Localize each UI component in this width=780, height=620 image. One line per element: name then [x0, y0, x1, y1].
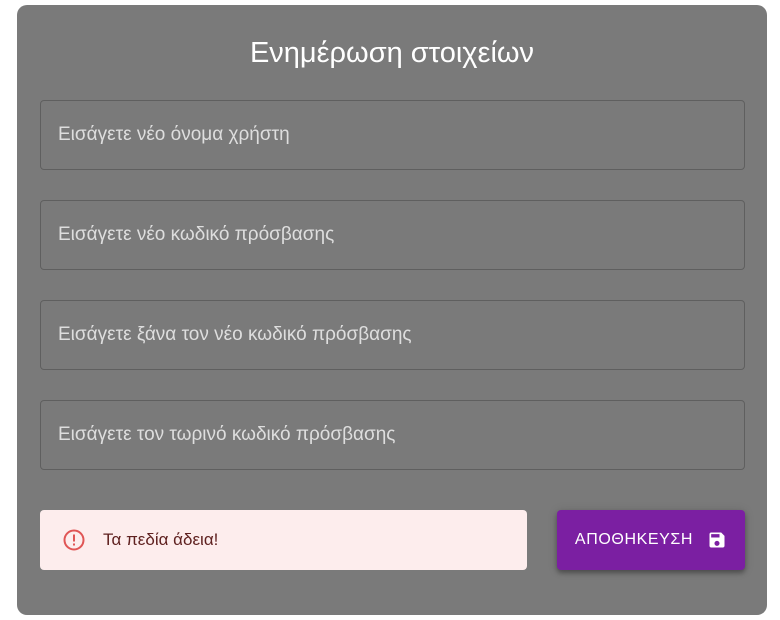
page-title: Ενημέρωση στοιχείων	[249, 37, 535, 69]
confirm-password-field[interactable]	[40, 300, 745, 370]
new-password-field[interactable]	[40, 200, 745, 270]
error-outline-icon	[62, 528, 86, 552]
save-button-label: ΑΠΟΘΗΚΕΥΣΗ	[574, 531, 694, 548]
update-details-card: Ενημέρωση στοιχείων Τα πεδία άδεια! ΑΠΟΘ…	[17, 5, 767, 615]
new-password-input[interactable]	[41, 201, 744, 269]
alert-message: Τα πεδία άδεια!	[103, 530, 219, 549]
save-button[interactable]: ΑΠΟΘΗΚΕΥΣΗ	[557, 510, 745, 570]
new-username-input[interactable]	[41, 101, 744, 169]
current-password-field[interactable]	[40, 400, 745, 470]
save-icon	[707, 530, 727, 550]
error-alert: Τα πεδία άδεια!	[40, 510, 527, 570]
confirm-new-password-input[interactable]	[41, 301, 744, 369]
current-password-input[interactable]	[41, 401, 744, 469]
username-field[interactable]	[40, 100, 745, 170]
